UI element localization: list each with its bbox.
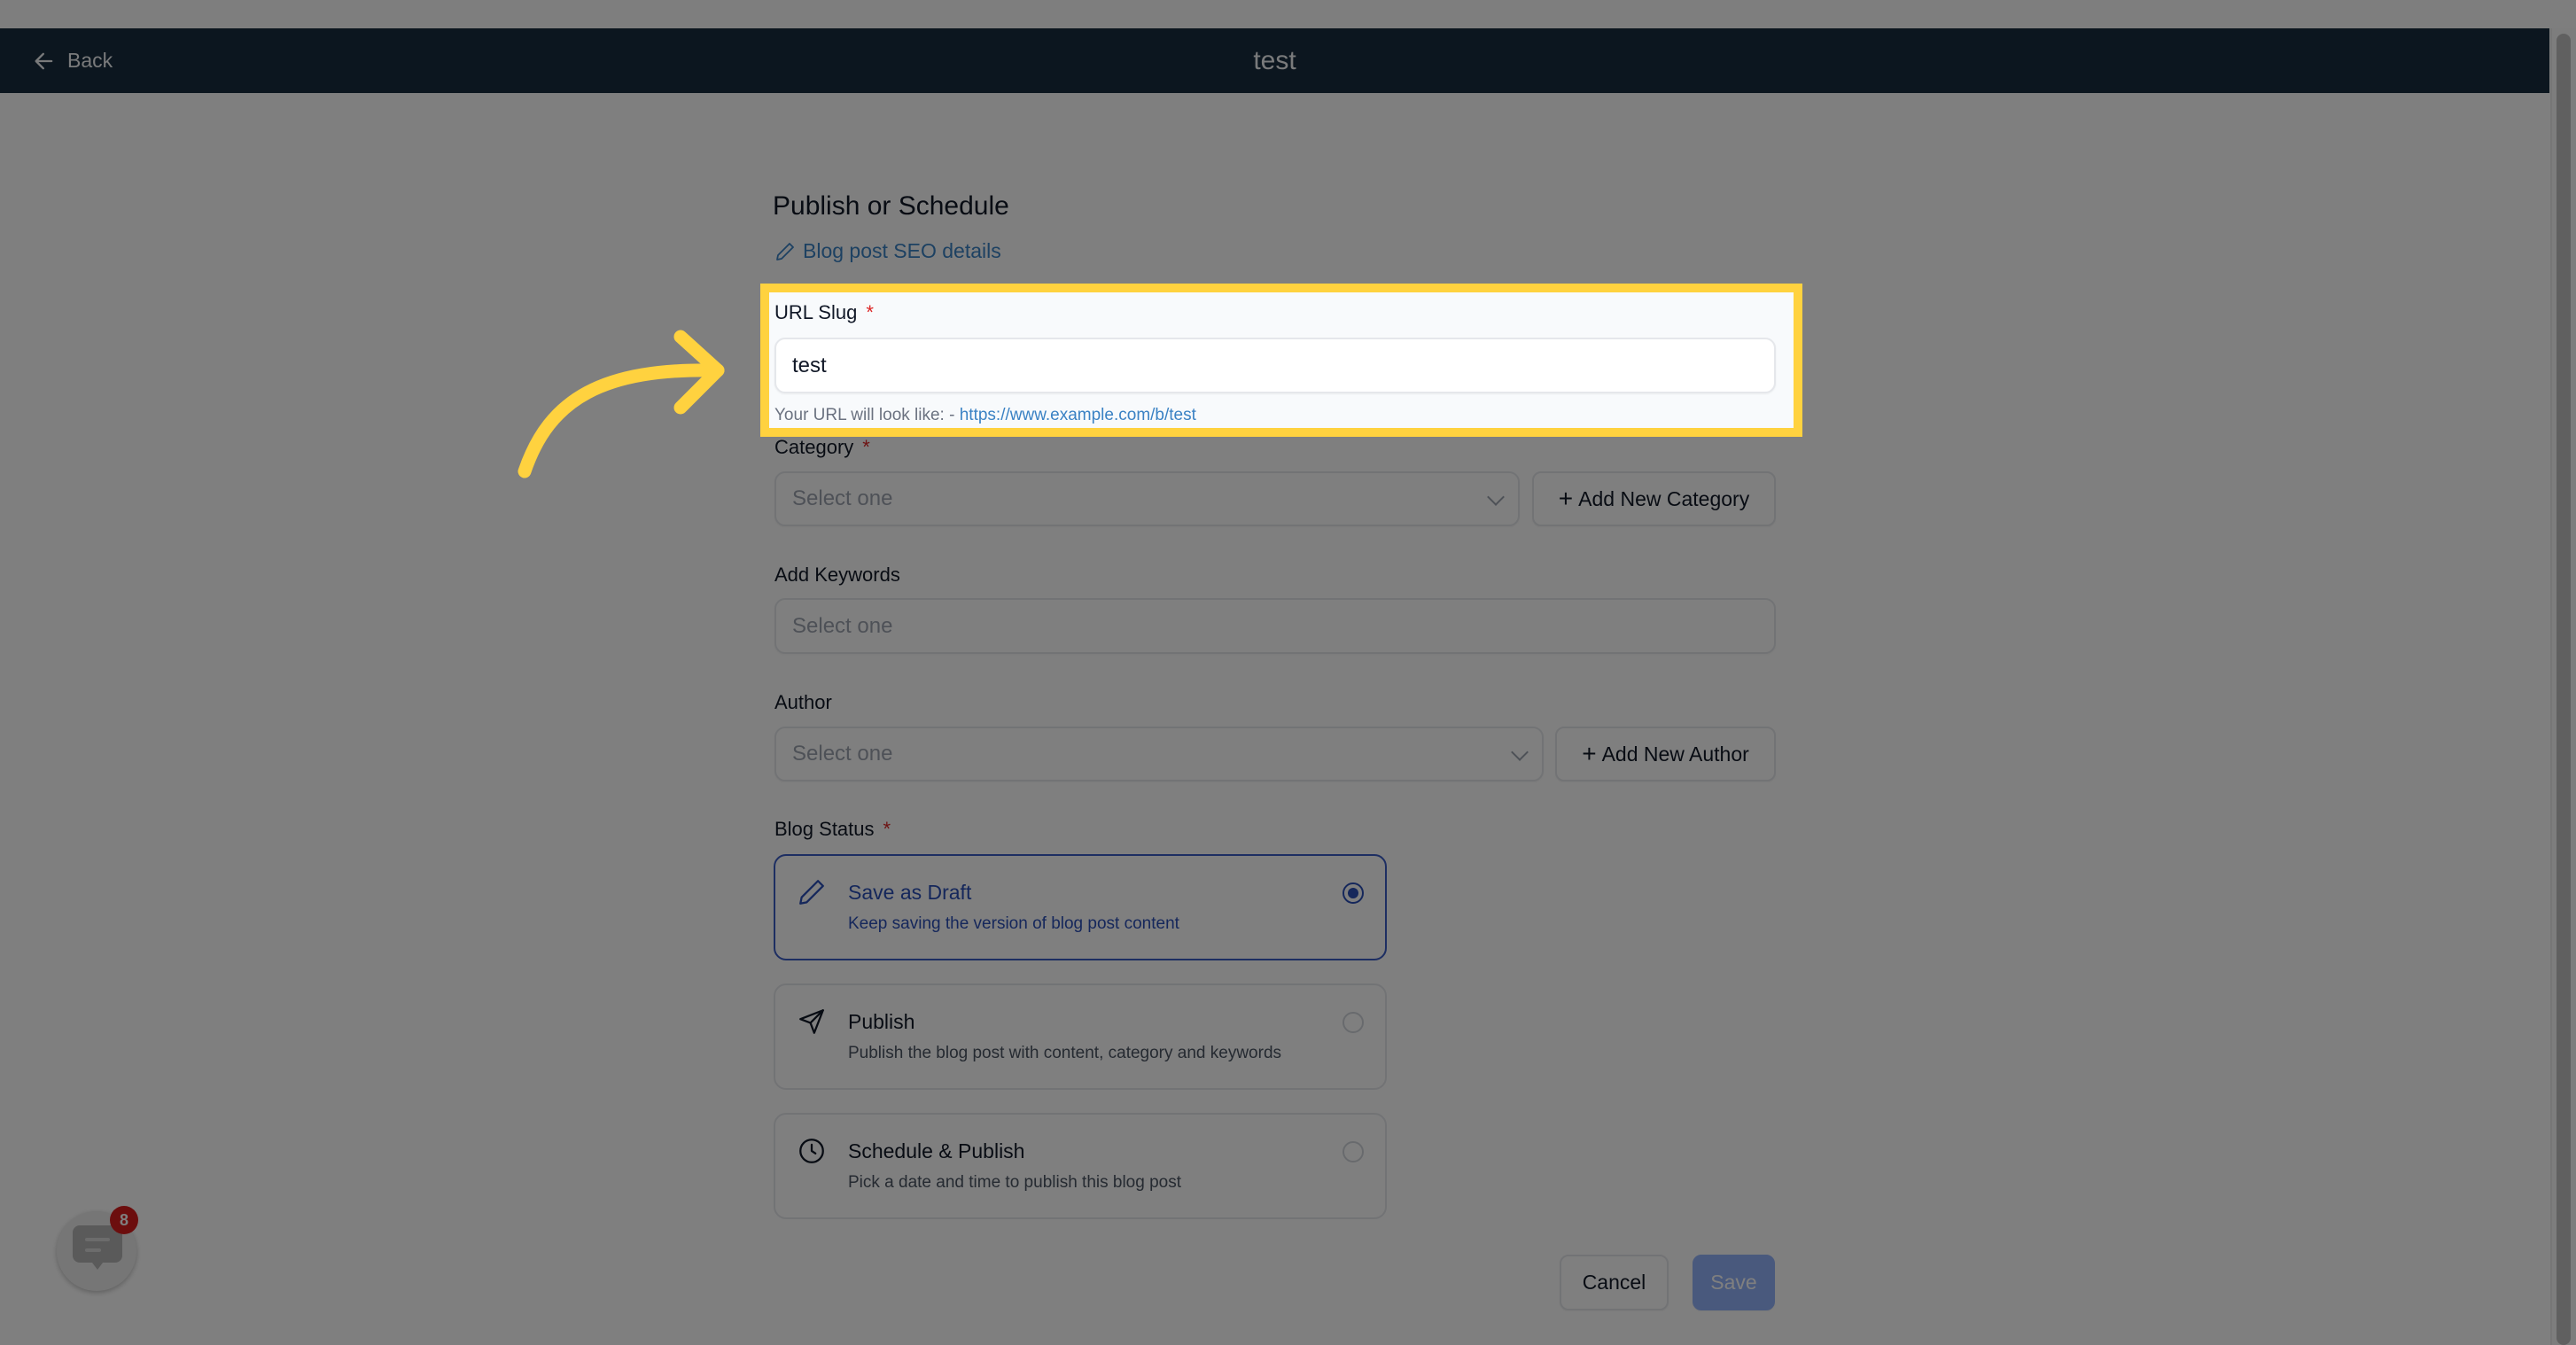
cancel-button[interactable]: Cancel: [1560, 1255, 1669, 1310]
pencil-icon: [799, 880, 824, 905]
category-label-text: Category: [774, 436, 854, 458]
add-category-button[interactable]: + Add New Category: [1532, 471, 1776, 526]
chevron-down-icon: [1487, 488, 1505, 506]
url-preview-link[interactable]: https://www.example.com/b/test: [960, 406, 1196, 424]
author-select[interactable]: Select one: [774, 727, 1544, 781]
url-slug-input[interactable]: test: [774, 338, 1776, 393]
status-option-schedule[interactable]: Schedule & Publish Pick a date and time …: [774, 1113, 1387, 1219]
blog-status-label-text: Blog Status: [774, 818, 875, 840]
seo-details-link[interactable]: Blog post SEO details: [774, 239, 1001, 263]
option-title: Publish: [848, 1010, 915, 1033]
send-icon: [799, 1009, 824, 1034]
required-mark: *: [866, 301, 874, 323]
form-heading: Publish or Schedule: [773, 191, 1009, 221]
status-option-publish[interactable]: Publish Publish the blog post with conte…: [774, 983, 1387, 1090]
browser-top-strip: [0, 0, 2576, 28]
clock-icon: [799, 1139, 824, 1163]
plus-icon: +: [1582, 740, 1597, 767]
add-author-label: Add New Author: [1601, 742, 1749, 766]
required-mark: *: [883, 818, 891, 840]
blog-status-label: Blog Status *: [774, 818, 891, 841]
add-category-label: Add New Category: [1578, 486, 1750, 510]
notification-badge: 8: [110, 1206, 138, 1234]
keywords-select[interactable]: Select one: [774, 598, 1776, 654]
category-select[interactable]: Select one: [774, 471, 1520, 526]
url-preview-hint: Your URL will look like: - https://www.e…: [774, 406, 1196, 425]
option-title: Save as Draft: [848, 881, 972, 904]
top-header: Back test: [0, 28, 2549, 93]
pencil-icon: [776, 242, 794, 260]
url-slug-label-text: URL Slug: [774, 301, 858, 323]
status-option-draft[interactable]: Save as Draft Keep saving the version of…: [774, 854, 1387, 960]
seo-details-label: Blog post SEO details: [803, 239, 1001, 262]
url-hint-prefix: Your URL will look like: -: [774, 406, 960, 424]
radio-publish[interactable]: [1342, 1012, 1364, 1033]
category-label: Category *: [774, 436, 870, 459]
annotation-arrow-icon: [518, 330, 725, 478]
add-author-button[interactable]: + Add New Author: [1555, 727, 1776, 781]
option-description: Publish the blog post with content, cate…: [848, 1044, 1282, 1062]
option-description: Keep saving the version of blog post con…: [848, 914, 1179, 933]
url-slug-label: URL Slug *: [774, 301, 874, 324]
author-placeholder: Select one: [792, 742, 893, 766]
page-title: test: [1253, 46, 1296, 75]
save-button[interactable]: Save: [1693, 1255, 1775, 1310]
plus-icon: +: [1558, 485, 1574, 512]
radio-schedule[interactable]: [1342, 1141, 1364, 1162]
keywords-placeholder: Select one: [792, 613, 893, 638]
option-description: Pick a date and time to publish this blo…: [848, 1173, 1182, 1192]
required-mark: *: [862, 436, 870, 458]
category-placeholder: Select one: [792, 486, 893, 510]
scrollbar-thumb[interactable]: [2557, 34, 2571, 1345]
author-label: Author: [774, 691, 832, 713]
url-slug-value: test: [792, 353, 827, 377]
option-title: Schedule & Publish: [848, 1139, 1025, 1162]
radio-draft[interactable]: [1342, 882, 1364, 904]
keywords-label: Add Keywords: [774, 564, 900, 586]
chevron-down-icon: [1511, 743, 1529, 761]
